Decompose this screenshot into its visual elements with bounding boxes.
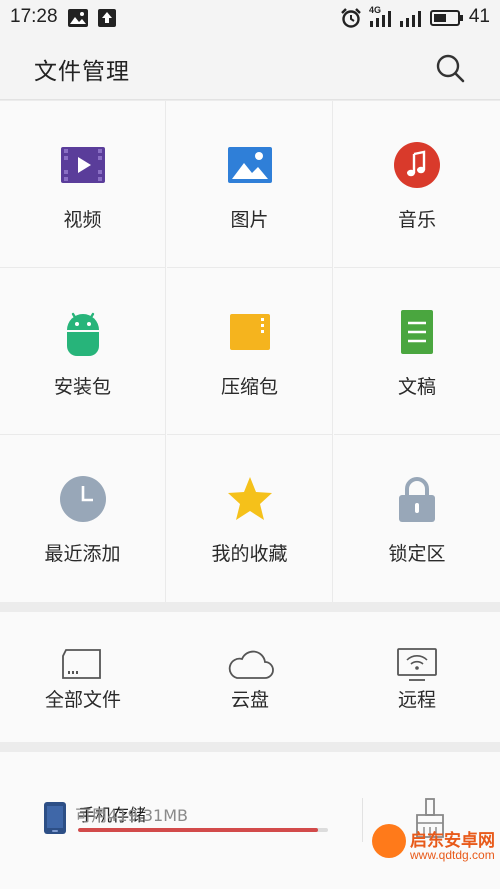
image-icon <box>68 9 88 27</box>
clock-icon <box>59 476 106 522</box>
image-icon <box>227 147 272 183</box>
star-icon <box>227 477 272 520</box>
status-time: 17:28 <box>10 6 58 27</box>
divider <box>362 798 363 842</box>
lock-icon <box>399 477 435 522</box>
archive-icon <box>229 314 270 350</box>
category-label: 压缩包 <box>220 376 278 398</box>
quick-label: 云盘 <box>230 689 269 711</box>
phone-icon <box>44 802 66 834</box>
alarm-icon <box>341 8 361 28</box>
watermark-url: www.qdtdg.com <box>410 848 495 862</box>
remote-button[interactable]: 远程 <box>334 612 500 742</box>
cloud-drive-button[interactable]: 云盘 <box>167 612 333 742</box>
video-icon <box>60 147 105 183</box>
category-label: 安装包 <box>53 376 111 398</box>
storage-progress-fill <box>78 828 318 832</box>
category-label: 我的收藏 <box>211 543 288 565</box>
category-locked[interactable]: 锁定区 <box>334 435 500 602</box>
category-documents[interactable]: 文稿 <box>334 268 500 435</box>
all-files-button[interactable]: 全部文件 <box>0 612 166 742</box>
cloud-icon <box>228 650 274 679</box>
category-favorites[interactable]: 我的收藏 <box>167 435 333 602</box>
page-title: 文件管理 <box>34 59 130 85</box>
app-bar: 文件管理 <box>0 36 500 100</box>
document-icon <box>401 310 433 354</box>
category-label: 最近添加 <box>44 543 121 565</box>
category-label: 图片 <box>230 209 269 231</box>
sd-card-icon <box>62 649 101 679</box>
category-video[interactable]: 视频 <box>0 101 166 268</box>
storage-progress <box>78 828 328 832</box>
signal-icon-2 <box>400 11 421 27</box>
music-icon <box>394 142 440 188</box>
phone-storage-item[interactable]: 手机存储 可用419.31MB <box>0 752 360 889</box>
category-label: 文稿 <box>397 376 436 398</box>
signal-icon <box>370 11 391 27</box>
category-grid: 视频 图片 音乐 安装包 压缩包 文稿 最近添加 我的收藏 锁定区 <box>0 101 500 602</box>
category-archive[interactable]: 压缩包 <box>167 268 333 435</box>
category-apk[interactable]: 安装包 <box>0 268 166 435</box>
quick-access: 全部文件 云盘 远程 <box>0 612 500 742</box>
watermark: 启东安卓网 www.qdtdg.com <box>368 820 500 884</box>
storage-free: 可用419.31MB <box>75 806 188 825</box>
quick-label: 全部文件 <box>44 689 121 711</box>
status-bar: 17:28 4G 41 <box>0 0 500 36</box>
battery-icon <box>430 10 463 26</box>
category-recent[interactable]: 最近添加 <box>0 435 166 602</box>
category-images[interactable]: 图片 <box>167 101 333 268</box>
watermark-logo <box>372 824 406 858</box>
remote-screen-icon <box>397 648 437 681</box>
battery-level: 41 <box>468 6 490 27</box>
android-icon <box>66 312 99 356</box>
quick-label: 远程 <box>397 689 436 711</box>
upload-icon <box>98 9 116 27</box>
category-music[interactable]: 音乐 <box>334 101 500 268</box>
category-label: 视频 <box>63 209 102 231</box>
category-label: 锁定区 <box>388 543 446 565</box>
category-label: 音乐 <box>397 209 436 231</box>
search-icon[interactable] <box>432 50 468 86</box>
